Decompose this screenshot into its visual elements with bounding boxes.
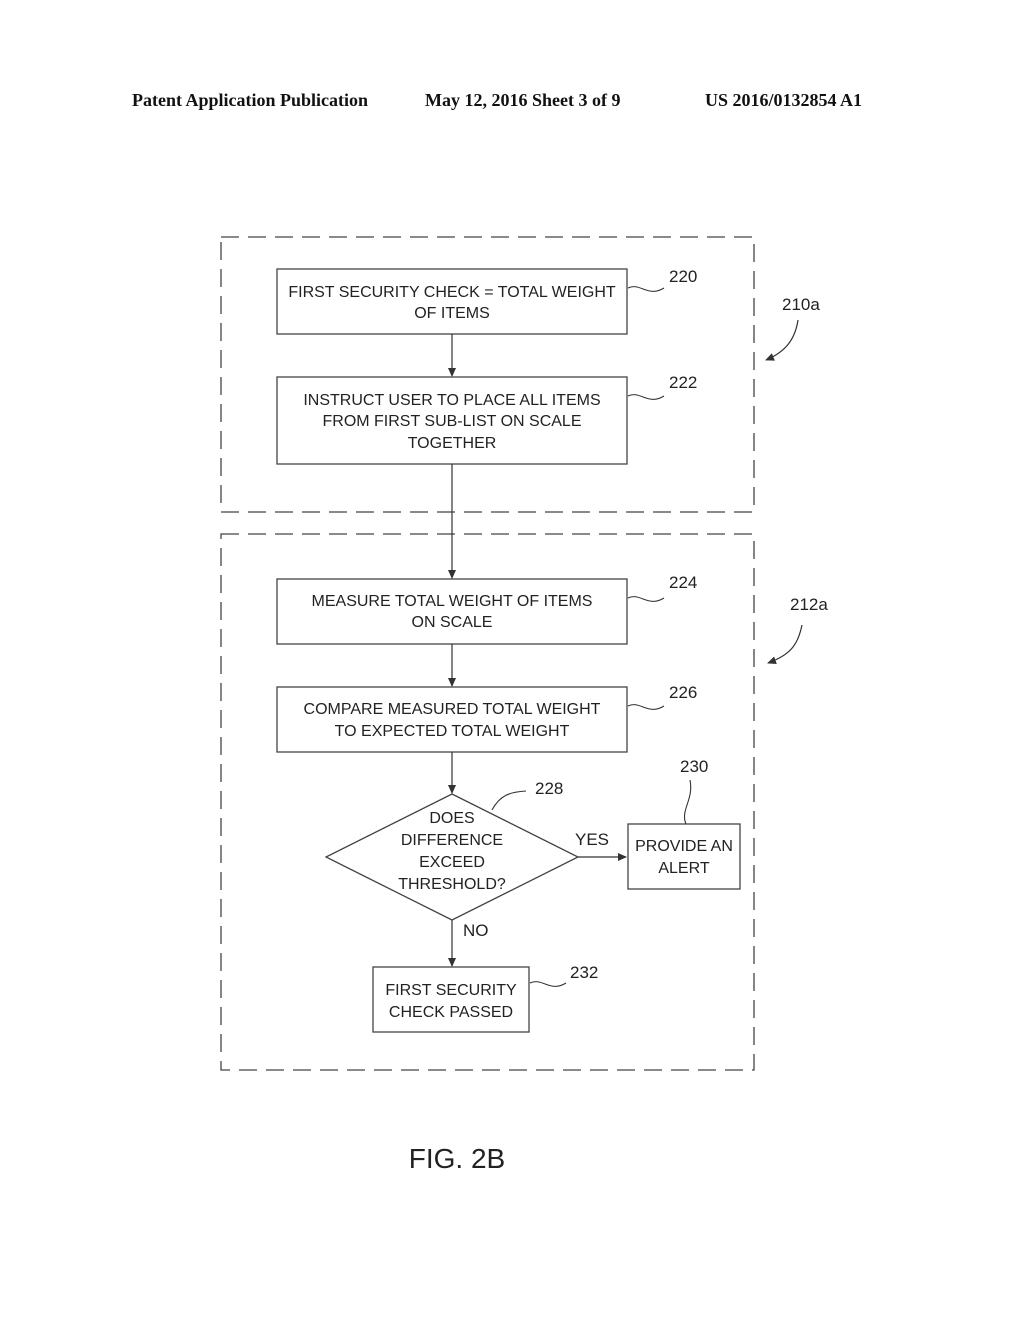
step-232-leader (529, 981, 567, 987)
step-224-leader (627, 596, 665, 602)
step-232-ref: 232 (570, 963, 598, 982)
step-224-box (276, 578, 628, 645)
step-232-box (372, 966, 530, 1033)
edge-no-label: NO (463, 921, 489, 940)
step-230-line-2: ALERT (658, 860, 710, 877)
step-222-line-3: TOGETHER (408, 435, 497, 452)
group-212a-leader (767, 624, 803, 665)
step-232-line-1: FIRST SECURITY (385, 982, 517, 999)
step-220-ref: 220 (669, 267, 697, 286)
step-224-ref: 224 (669, 573, 697, 592)
step-230-line-1: PROVIDE AN (635, 838, 733, 855)
step-230-leader (684, 779, 692, 825)
step-228-leader (491, 790, 527, 811)
step-224-line-2: ON SCALE (412, 614, 493, 631)
group-210a-leader (765, 319, 799, 361)
step-226-box (276, 686, 628, 753)
flowchart: 210a 212a FIRST SECURITY CHECK = TOTAL W… (220, 236, 828, 1174)
step-222-line-2: FROM FIRST SUB-LIST ON SCALE (322, 413, 581, 430)
step-220-line-2: OF ITEMS (414, 305, 490, 322)
step-228-line-2: DIFFERENCE (401, 832, 503, 849)
step-230-box (627, 823, 741, 890)
step-226-line-1: COMPARE MEASURED TOTAL WEIGHT (304, 701, 601, 718)
step-222-ref: 222 (669, 373, 697, 392)
step-220-line-1: FIRST SECURITY CHECK = TOTAL WEIGHT (288, 284, 616, 301)
step-220-leader (627, 286, 665, 292)
step-220-box (276, 268, 628, 335)
step-228-ref: 228 (535, 779, 563, 798)
step-222-leader (627, 394, 665, 400)
edge-yes-label: YES (575, 830, 609, 849)
step-228-line-1: DOES (429, 810, 474, 827)
group-212a-label: 212a (790, 595, 828, 614)
step-228-line-4: THRESHOLD? (398, 876, 506, 893)
step-232-line-2: CHECK PASSED (389, 1004, 513, 1021)
step-228-line-3: EXCEED (419, 854, 485, 871)
group-210a-label: 210a (782, 295, 820, 314)
step-230-ref: 230 (680, 757, 708, 776)
step-224-line-1: MEASURE TOTAL WEIGHT OF ITEMS (312, 593, 593, 610)
step-226-ref: 226 (669, 683, 697, 702)
figure-label: FIG. 2B (409, 1143, 505, 1174)
step-226-leader (627, 704, 665, 710)
step-226-line-2: TO EXPECTED TOTAL WEIGHT (335, 723, 570, 740)
step-222-line-1: INSTRUCT USER TO PLACE ALL ITEMS (303, 392, 600, 409)
